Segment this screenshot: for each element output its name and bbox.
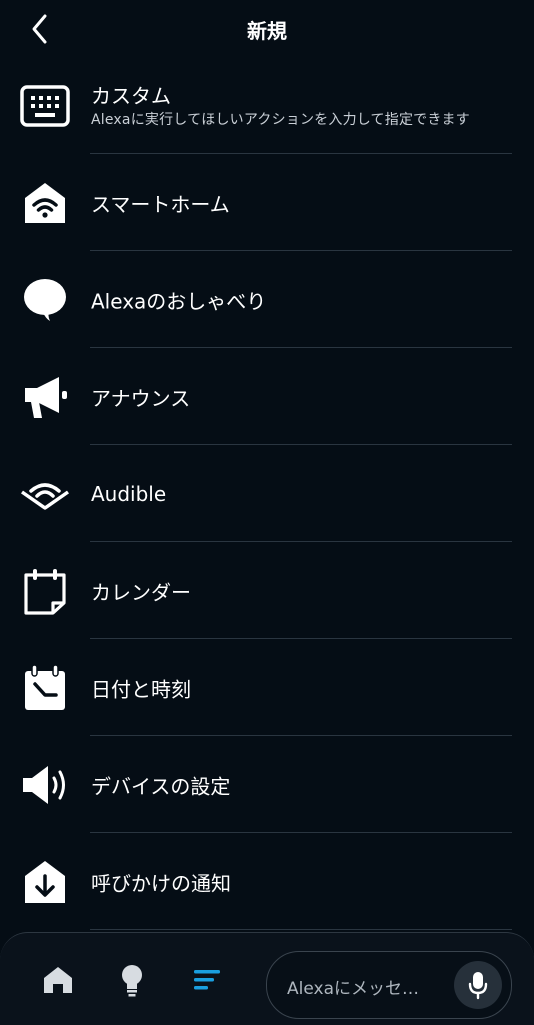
item-label: Audible — [91, 481, 167, 506]
bottom-navigation: Alexaにメッセ… — [0, 932, 534, 1025]
notification-download-icon — [20, 857, 70, 907]
list-item-call-notification[interactable]: 呼びかけの通知 — [0, 833, 534, 930]
list-item-date-time[interactable]: 日付と時刻 — [0, 639, 534, 736]
megaphone-icon — [20, 372, 70, 422]
home-icon[interactable] — [41, 963, 75, 997]
speaker-volume-icon — [20, 760, 70, 810]
item-label: 呼びかけの通知 — [91, 871, 231, 895]
page-title: 新規 — [247, 19, 287, 43]
item-label: カスタム — [91, 84, 171, 108]
item-label: Alexaのおしゃべり — [91, 289, 267, 313]
list-item-smart-home[interactable]: スマートホーム — [0, 154, 534, 251]
audible-icon — [20, 469, 70, 519]
date-time-icon — [20, 663, 70, 713]
microphone-button[interactable] — [454, 961, 502, 1009]
speech-bubble-icon — [20, 275, 70, 325]
item-label: デバイスの設定 — [91, 774, 231, 798]
alexa-message-input[interactable]: Alexaにメッセ… — [266, 951, 512, 1019]
smart-home-icon — [20, 178, 70, 228]
item-description: Alexaに実行してほしいアクションを入力して指定できます — [91, 112, 470, 128]
list-item-calendar[interactable]: カレンダー — [0, 542, 534, 639]
list-item-audible[interactable]: Audible — [0, 445, 534, 542]
list-item-announcement[interactable]: アナウンス — [0, 348, 534, 445]
list-item-alexa-chat[interactable]: Alexaのおしゃべり — [0, 251, 534, 348]
item-label: アナウンス — [91, 386, 191, 410]
keyboard-icon — [20, 81, 70, 131]
more-menu-icon[interactable] — [190, 963, 224, 997]
list-item-device-settings[interactable]: デバイスの設定 — [0, 736, 534, 833]
microphone-icon — [468, 972, 488, 1000]
new-routine-type-list: カスタム Alexaに実行してほしいアクションを入力して指定できます スマートホ… — [0, 58, 534, 930]
message-placeholder: Alexaにメッセ… — [287, 979, 419, 999]
lightbulb-icon[interactable] — [115, 963, 149, 997]
calendar-icon — [20, 566, 70, 616]
item-label: 日付と時刻 — [91, 677, 191, 701]
list-item-custom[interactable]: カスタム Alexaに実行してほしいアクションを入力して指定できます — [0, 58, 534, 154]
item-label: スマートホーム — [91, 192, 230, 216]
item-label: カレンダー — [91, 580, 191, 604]
header: 新規 — [0, 0, 534, 58]
